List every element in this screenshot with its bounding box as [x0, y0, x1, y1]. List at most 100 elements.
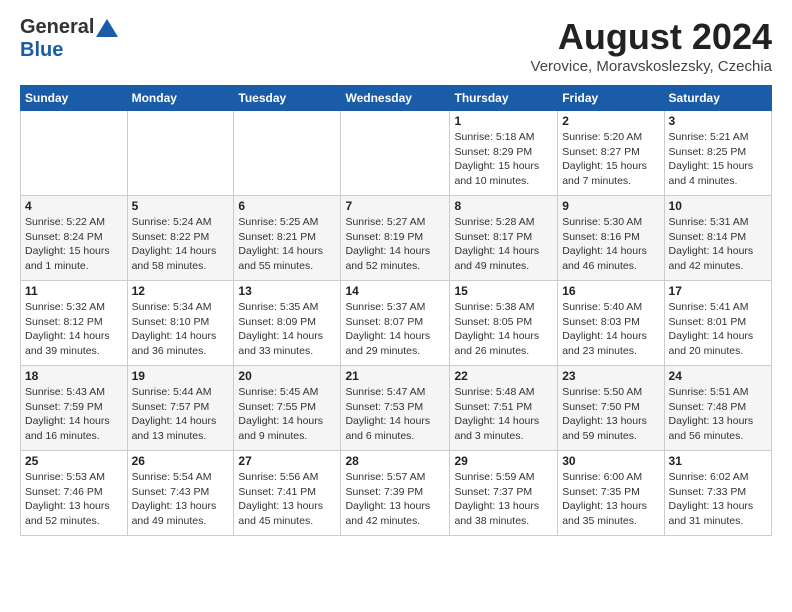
day-info: Sunrise: 5:24 AM Sunset: 8:22 PM Dayligh…: [132, 215, 230, 274]
calendar-cell: 17 Sunrise: 5:41 AM Sunset: 8:01 PM Dayli…: [664, 281, 771, 366]
day-number: 26: [132, 454, 230, 468]
day-number: 31: [669, 454, 767, 468]
day-number: 12: [132, 284, 230, 298]
calendar-table: Sunday Monday Tuesday Wednesday Thursday…: [20, 85, 772, 536]
calendar-cell: 28Sunrise: 5:57 AM Sunset: 7:39 PM Dayli…: [341, 451, 450, 536]
calendar-cell: 5 Sunrise: 5:24 AM Sunset: 8:22 PM Daylig…: [127, 196, 234, 281]
calendar-cell: 18 Sunrise: 5:43 AM Sunset: 7:59 PM Dayli…: [21, 366, 128, 451]
calendar-cell: 20 Sunrise: 5:45 AM Sunset: 7:55 PM Dayli…: [234, 366, 341, 451]
day-info: Sunrise: 5:54 AM Sunset: 7:43 PM Dayligh…: [132, 470, 230, 529]
day-number: 11: [25, 284, 123, 298]
calendar-cell: 12 Sunrise: 5:34 AM Sunset: 8:10 PM Dayli…: [127, 281, 234, 366]
calendar-cell: 24Sunrise: 5:51 AM Sunset: 7:48 PM Dayli…: [664, 366, 771, 451]
col-thursday: Thursday: [450, 86, 558, 111]
day-info: Sunrise: 5:22 AM Sunset: 8:24 PM Dayligh…: [25, 215, 123, 274]
day-number: 24: [669, 369, 767, 383]
calendar-week-3: 11Sunrise: 5:32 AM Sunset: 8:12 PM Dayli…: [21, 281, 772, 366]
day-info: Sunrise: 5:48 AM Sunset: 7:51 PM Dayligh…: [454, 385, 553, 444]
day-info: Sunrise: 5:43 AM Sunset: 7:59 PM Dayligh…: [25, 385, 123, 444]
calendar-cell: [341, 111, 450, 196]
day-info: Sunrise: 5:44 AM Sunset: 7:57 PM Dayligh…: [132, 385, 230, 444]
day-number: 8: [454, 199, 553, 213]
day-info: Sunrise: 5:37 AM Sunset: 8:07 PM Dayligh…: [345, 300, 445, 359]
day-number: 29: [454, 454, 553, 468]
day-number: 7: [345, 199, 445, 213]
day-info: Sunrise: 5:59 AM Sunset: 7:37 PM Dayligh…: [454, 470, 553, 529]
calendar-cell: 31 Sunrise: 6:02 AM Sunset: 7:33 PM Dayli…: [664, 451, 771, 536]
day-number: 14: [345, 284, 445, 298]
calendar-cell: 15 Sunrise: 5:38 AM Sunset: 8:05 PM Dayli…: [450, 281, 558, 366]
day-number: 4: [25, 199, 123, 213]
day-number: 20: [238, 369, 336, 383]
header: General Blue August 2024 Verovice, Morav…: [20, 16, 772, 75]
day-number: 13: [238, 284, 336, 298]
location-title: Verovice, Moravskoslezsky, Czechia: [531, 58, 772, 75]
day-info: Sunrise: 6:02 AM Sunset: 7:33 PM Dayligh…: [669, 470, 767, 529]
calendar-cell: 1 Sunrise: 5:18 AM Sunset: 8:29 PM Daylig…: [450, 111, 558, 196]
col-tuesday: Tuesday: [234, 86, 341, 111]
day-number: 9: [562, 199, 659, 213]
calendar-cell: 21Sunrise: 5:47 AM Sunset: 7:53 PM Dayli…: [341, 366, 450, 451]
day-info: Sunrise: 5:40 AM Sunset: 8:03 PM Dayligh…: [562, 300, 659, 359]
day-info: Sunrise: 5:53 AM Sunset: 7:46 PM Dayligh…: [25, 470, 123, 529]
logo-icon: [96, 19, 118, 37]
day-number: 10: [669, 199, 767, 213]
col-monday: Monday: [127, 86, 234, 111]
page: General Blue August 2024 Verovice, Morav…: [0, 0, 792, 546]
day-number: 27: [238, 454, 336, 468]
day-number: 15: [454, 284, 553, 298]
day-number: 22: [454, 369, 553, 383]
day-info: Sunrise: 5:34 AM Sunset: 8:10 PM Dayligh…: [132, 300, 230, 359]
calendar-cell: 26 Sunrise: 5:54 AM Sunset: 7:43 PM Dayli…: [127, 451, 234, 536]
calendar-cell: 9 Sunrise: 5:30 AM Sunset: 8:16 PM Daylig…: [558, 196, 664, 281]
day-info: Sunrise: 5:31 AM Sunset: 8:14 PM Dayligh…: [669, 215, 767, 274]
day-number: 18: [25, 369, 123, 383]
calendar-week-5: 25Sunrise: 5:53 AM Sunset: 7:46 PM Dayli…: [21, 451, 772, 536]
calendar-week-4: 18 Sunrise: 5:43 AM Sunset: 7:59 PM Dayli…: [21, 366, 772, 451]
day-info: Sunrise: 5:41 AM Sunset: 8:01 PM Dayligh…: [669, 300, 767, 359]
day-info: Sunrise: 6:00 AM Sunset: 7:35 PM Dayligh…: [562, 470, 659, 529]
calendar-cell: [21, 111, 128, 196]
day-info: Sunrise: 5:27 AM Sunset: 8:19 PM Dayligh…: [345, 215, 445, 274]
day-number: 2: [562, 114, 659, 128]
title-block: August 2024 Verovice, Moravskoslezsky, C…: [531, 16, 772, 75]
day-info: Sunrise: 5:45 AM Sunset: 7:55 PM Dayligh…: [238, 385, 336, 444]
calendar-header-row: Sunday Monday Tuesday Wednesday Thursday…: [21, 86, 772, 111]
day-info: Sunrise: 5:35 AM Sunset: 8:09 PM Dayligh…: [238, 300, 336, 359]
day-number: 23: [562, 369, 659, 383]
calendar-week-2: 4 Sunrise: 5:22 AM Sunset: 8:24 PM Daylig…: [21, 196, 772, 281]
col-wednesday: Wednesday: [341, 86, 450, 111]
day-info: Sunrise: 5:25 AM Sunset: 8:21 PM Dayligh…: [238, 215, 336, 274]
col-friday: Friday: [558, 86, 664, 111]
day-info: Sunrise: 5:56 AM Sunset: 7:41 PM Dayligh…: [238, 470, 336, 529]
calendar-cell: [234, 111, 341, 196]
calendar-cell: 11Sunrise: 5:32 AM Sunset: 8:12 PM Dayli…: [21, 281, 128, 366]
calendar-cell: 4 Sunrise: 5:22 AM Sunset: 8:24 PM Daylig…: [21, 196, 128, 281]
col-saturday: Saturday: [664, 86, 771, 111]
day-number: 1: [454, 114, 553, 128]
day-info: Sunrise: 5:38 AM Sunset: 8:05 PM Dayligh…: [454, 300, 553, 359]
day-number: 19: [132, 369, 230, 383]
logo-blue: Blue: [20, 39, 63, 61]
calendar-cell: 10 Sunrise: 5:31 AM Sunset: 8:14 PM Dayli…: [664, 196, 771, 281]
calendar-cell: 22 Sunrise: 5:48 AM Sunset: 7:51 PM Dayli…: [450, 366, 558, 451]
day-info: Sunrise: 5:28 AM Sunset: 8:17 PM Dayligh…: [454, 215, 553, 274]
calendar-cell: 2Sunrise: 5:20 AM Sunset: 8:27 PM Daylig…: [558, 111, 664, 196]
calendar-cell: 13 Sunrise: 5:35 AM Sunset: 8:09 PM Dayli…: [234, 281, 341, 366]
day-number: 17: [669, 284, 767, 298]
logo: General Blue: [20, 16, 118, 62]
day-number: 6: [238, 199, 336, 213]
calendar-cell: 3Sunrise: 5:21 AM Sunset: 8:25 PM Daylig…: [664, 111, 771, 196]
day-info: Sunrise: 5:18 AM Sunset: 8:29 PM Dayligh…: [454, 130, 553, 189]
calendar-week-1: 1 Sunrise: 5:18 AM Sunset: 8:29 PM Daylig…: [21, 111, 772, 196]
day-number: 30: [562, 454, 659, 468]
day-number: 3: [669, 114, 767, 128]
day-info: Sunrise: 5:50 AM Sunset: 7:50 PM Dayligh…: [562, 385, 659, 444]
day-info: Sunrise: 5:47 AM Sunset: 7:53 PM Dayligh…: [345, 385, 445, 444]
day-info: Sunrise: 5:30 AM Sunset: 8:16 PM Dayligh…: [562, 215, 659, 274]
calendar-cell: 27 Sunrise: 5:56 AM Sunset: 7:41 PM Dayli…: [234, 451, 341, 536]
calendar-cell: 14 Sunrise: 5:37 AM Sunset: 8:07 PM Dayli…: [341, 281, 450, 366]
month-title: August 2024: [531, 16, 772, 58]
calendar-cell: 29 Sunrise: 5:59 AM Sunset: 7:37 PM Dayli…: [450, 451, 558, 536]
day-number: 5: [132, 199, 230, 213]
